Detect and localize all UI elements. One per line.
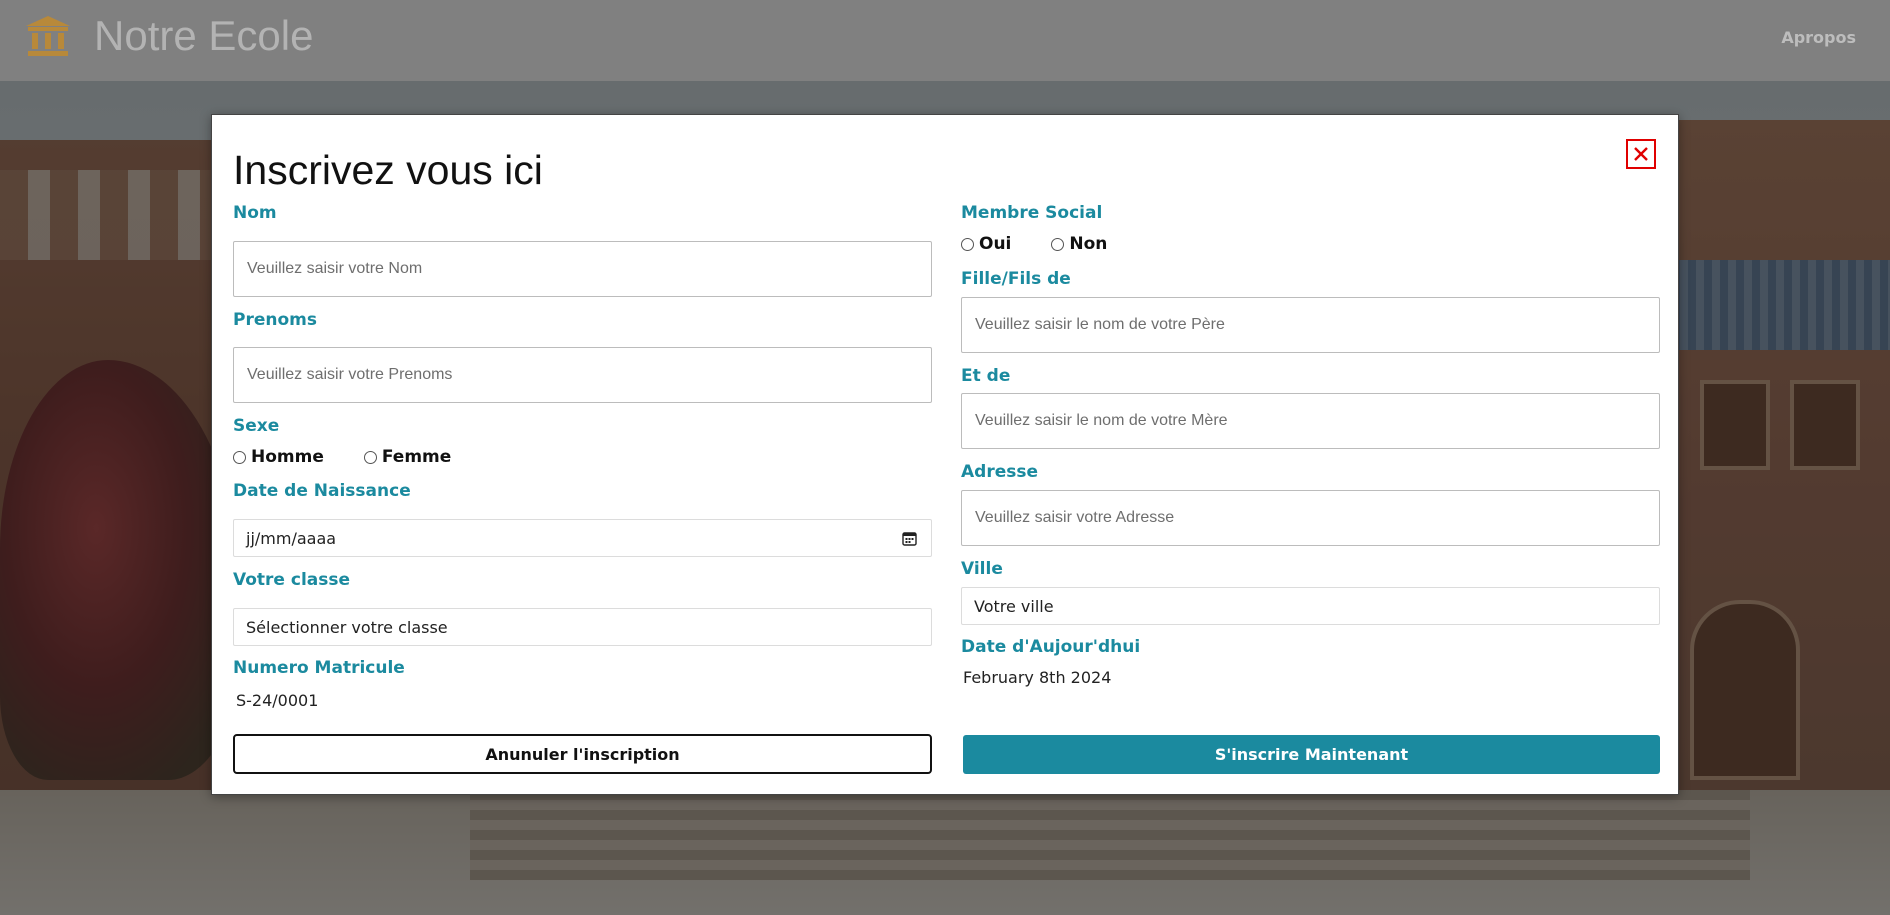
registration-modal: Inscrivez vous ici Nom Prenoms Sexe Homm… (211, 114, 1679, 795)
date-jour-value: February 8th 2024 (963, 668, 1112, 687)
matricule-value: S-24/0001 (236, 691, 319, 710)
radio-label: Oui (979, 234, 1012, 254)
close-icon (1634, 147, 1648, 161)
radio-button[interactable] (961, 237, 974, 251)
submit-button[interactable]: S'inscrire Maintenant (963, 735, 1660, 774)
prenoms-input[interactable] (233, 347, 932, 403)
radio-non[interactable]: Non (1051, 234, 1107, 254)
calendar-icon[interactable] (902, 531, 917, 546)
radio-button[interactable] (233, 450, 246, 464)
label-prenoms: Prenoms (233, 310, 317, 330)
sexe-radio-group: Homme Femme (233, 447, 451, 467)
close-button[interactable] (1626, 139, 1656, 169)
brand-name: Notre Ecole (94, 12, 314, 59)
ville-selected-value: Votre ville (974, 596, 1054, 616)
label-classe: Votre classe (233, 570, 351, 590)
date-value: jj/mm/aaaa (246, 528, 337, 548)
radio-button[interactable] (1051, 237, 1065, 251)
radio-oui[interactable]: Oui (961, 234, 1011, 254)
radio-homme[interactable]: Homme (233, 447, 324, 467)
label-sexe: Sexe (233, 416, 280, 436)
ville-select[interactable]: Votre ville (961, 587, 1660, 625)
label-ville: Ville (961, 559, 1003, 579)
radio-label: Femme (381, 447, 452, 467)
label-membre-social: Membre Social (961, 203, 1103, 223)
label-date-naissance: Date de Naissance (233, 481, 411, 501)
pere-input[interactable] (961, 297, 1660, 353)
landmark-icon (24, 14, 72, 58)
radio-femme[interactable]: Femme (363, 447, 452, 467)
classe-selected-value: Sélectionner votre classe (246, 617, 448, 637)
radio-button[interactable] (363, 450, 377, 464)
label-pere: Fille/Fils de (961, 269, 1071, 289)
mere-input[interactable] (961, 393, 1660, 449)
modal-title: Inscrivez vous ici (233, 147, 543, 193)
label-mere: Et de (961, 366, 1011, 386)
nav-link-apropos[interactable]: Apropos (1781, 28, 1856, 47)
navbar: Notre Ecole Apropos (0, 0, 1890, 81)
classe-select[interactable]: Sélectionner votre classe (233, 608, 932, 646)
label-nom: Nom (233, 203, 277, 223)
adresse-input[interactable] (961, 490, 1660, 546)
brand[interactable]: Notre Ecole (24, 10, 313, 62)
radio-label: Homme (251, 447, 324, 467)
membre-social-radio-group: Oui Non (961, 234, 1107, 254)
label-adresse: Adresse (961, 462, 1039, 482)
nom-input[interactable] (233, 241, 932, 297)
cancel-button[interactable]: Anunuler l'inscription (233, 734, 932, 774)
radio-label: Non (1069, 234, 1108, 254)
date-naissance-input[interactable]: jj/mm/aaaa (233, 519, 932, 557)
label-matricule: Numero Matricule (233, 658, 405, 678)
label-date-jour: Date d'Aujour'dhui (961, 637, 1141, 657)
